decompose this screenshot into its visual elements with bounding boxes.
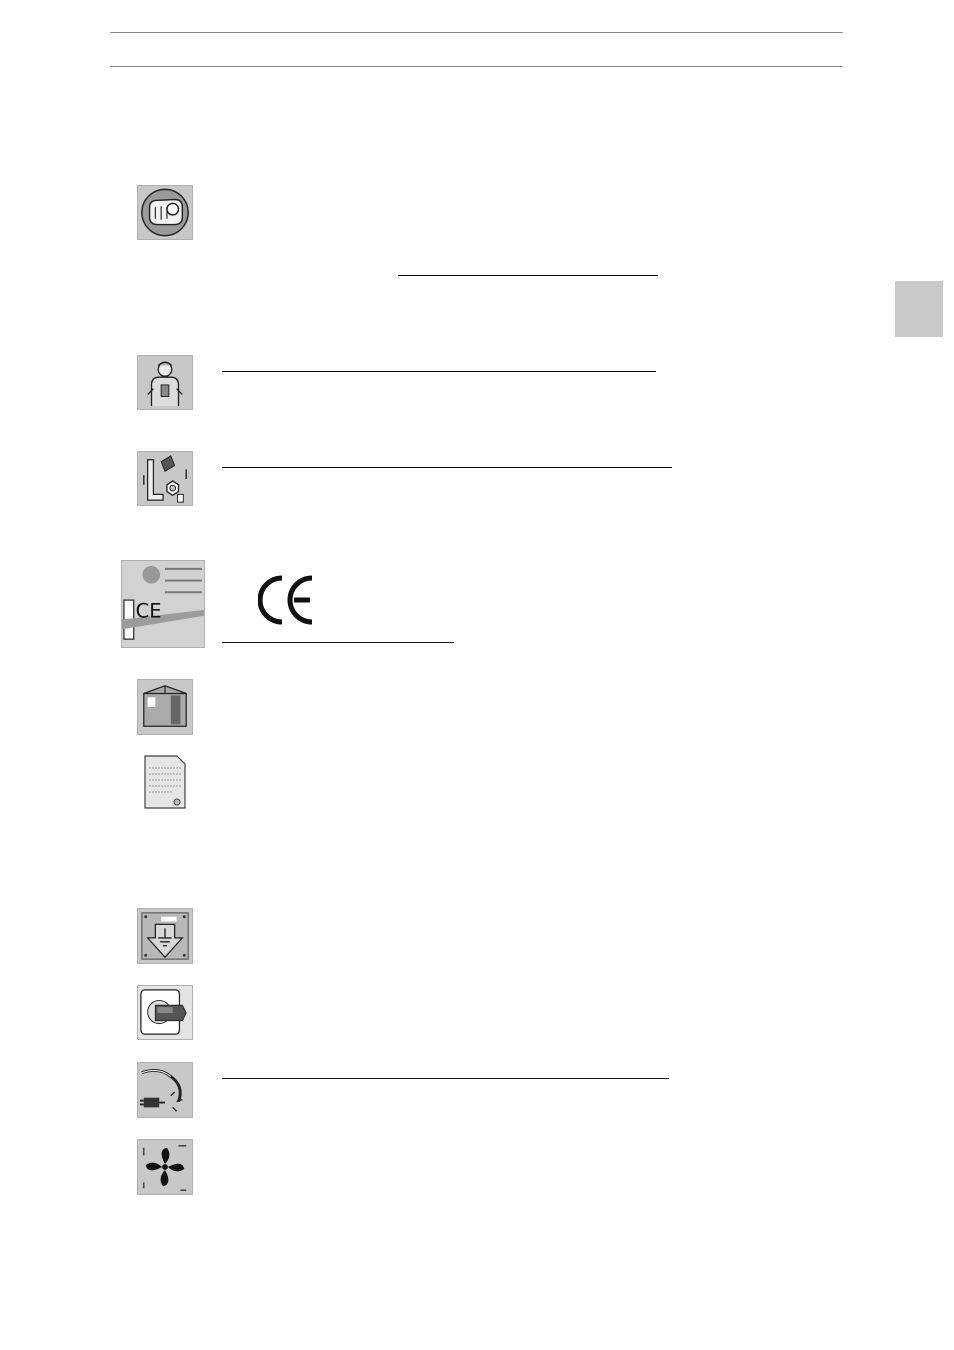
pointing-hand-icon — [137, 185, 193, 240]
underlined-text-line — [222, 371, 656, 372]
oven-ce-icon: CE — [121, 560, 205, 648]
header-rule-bottom — [110, 66, 843, 67]
section-tab — [895, 281, 943, 337]
parts-icon — [137, 451, 193, 506]
underlined-text-line — [222, 467, 672, 468]
technician-icon — [137, 355, 193, 410]
fan-icon — [137, 1139, 193, 1195]
damaged-cable-icon — [137, 1062, 193, 1118]
document-icon — [137, 754, 193, 810]
underlined-text-line — [222, 1078, 669, 1079]
grounding-icon — [137, 908, 193, 964]
package-icon — [137, 679, 193, 735]
ce-mark-logo — [258, 572, 318, 628]
underlined-text-line — [398, 275, 658, 276]
underlined-text-line — [222, 642, 454, 643]
svg-text:CE: CE — [136, 600, 162, 623]
header-rule-top — [110, 32, 843, 33]
plug-socket-icon — [137, 985, 193, 1040]
